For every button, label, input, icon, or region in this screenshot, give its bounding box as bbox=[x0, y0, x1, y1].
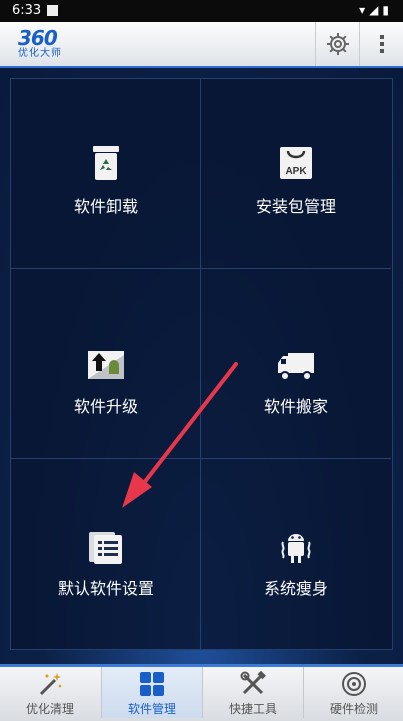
tool-grid: 软件卸载 APK 安装包管理 软件升级 软件搬家 默认软件设置 系统瘦身 bbox=[10, 78, 393, 650]
upgrade-icon bbox=[88, 351, 124, 379]
wifi-icon: ▾ bbox=[359, 3, 370, 17]
nav-hardware-check[interactable]: 硬件检测 bbox=[303, 667, 403, 718]
truck-icon bbox=[278, 353, 314, 381]
nav-label: 快捷工具 bbox=[228, 702, 277, 716]
apk-text: APK bbox=[285, 166, 307, 177]
disc-icon bbox=[342, 672, 366, 696]
nav-label: 硬件检测 bbox=[329, 702, 378, 716]
app-header: 360 优化大师 bbox=[0, 22, 403, 68]
settings-button[interactable] bbox=[315, 22, 360, 66]
status-icons: ▾◢▮ bbox=[359, 3, 393, 17]
tile-uninstall[interactable]: 软件卸载 bbox=[11, 79, 201, 269]
tile-label: 软件升级 bbox=[73, 397, 138, 416]
more-menu-button[interactable] bbox=[359, 22, 403, 66]
app-logo: 360 优化大师 bbox=[18, 28, 62, 59]
bottom-nav: 优化清理 软件管理 快捷工具 硬件检测 bbox=[0, 664, 403, 721]
main-panel: 软件卸载 APK 安装包管理 软件升级 软件搬家 默认软件设置 系统瘦身 bbox=[0, 68, 403, 664]
tile-system-slim[interactable]: 系统瘦身 bbox=[201, 459, 391, 649]
tile-label: 系统瘦身 bbox=[263, 579, 328, 598]
status-bar: 6:33 ▾◢▮ bbox=[0, 0, 403, 22]
android-slim-icon bbox=[281, 534, 311, 563]
tile-move-apps[interactable]: 软件搬家 bbox=[201, 269, 391, 459]
status-time: 6:33 bbox=[12, 3, 42, 18]
recycle-bin-icon bbox=[93, 146, 119, 180]
tile-label: 软件搬家 bbox=[263, 397, 328, 416]
nav-label: 优化清理 bbox=[25, 702, 74, 716]
signal-icon: ◢ bbox=[369, 3, 383, 17]
tile-default-apps[interactable]: 默认软件设置 bbox=[11, 459, 201, 649]
nav-quick-tools[interactable]: 快捷工具 bbox=[202, 667, 303, 718]
apk-bag-icon: APK bbox=[280, 147, 312, 179]
tile-upgrade[interactable]: 软件升级 bbox=[11, 269, 201, 459]
battery-icon: ▮ bbox=[382, 3, 393, 17]
nav-optimize-clean[interactable]: 优化清理 bbox=[0, 667, 100, 718]
logo-number: 360 bbox=[18, 26, 58, 50]
tile-apk-manager[interactable]: APK 安装包管理 bbox=[201, 79, 391, 269]
tools-icon bbox=[240, 671, 266, 695]
grid-apps-icon bbox=[140, 672, 164, 696]
logo-subtitle: 优化大师 bbox=[18, 48, 62, 59]
nav-label: 软件管理 bbox=[127, 702, 176, 716]
tile-label: 安装包管理 bbox=[255, 197, 336, 216]
magic-wand-icon bbox=[39, 673, 62, 696]
notification-icon bbox=[47, 5, 58, 16]
gear-icon bbox=[327, 33, 349, 55]
tile-label: 默认软件设置 bbox=[57, 579, 154, 598]
more-vertical-icon bbox=[380, 35, 384, 53]
tile-label: 软件卸载 bbox=[73, 197, 138, 216]
list-settings-icon bbox=[89, 532, 122, 564]
nav-software-manage[interactable]: 软件管理 bbox=[101, 667, 202, 718]
